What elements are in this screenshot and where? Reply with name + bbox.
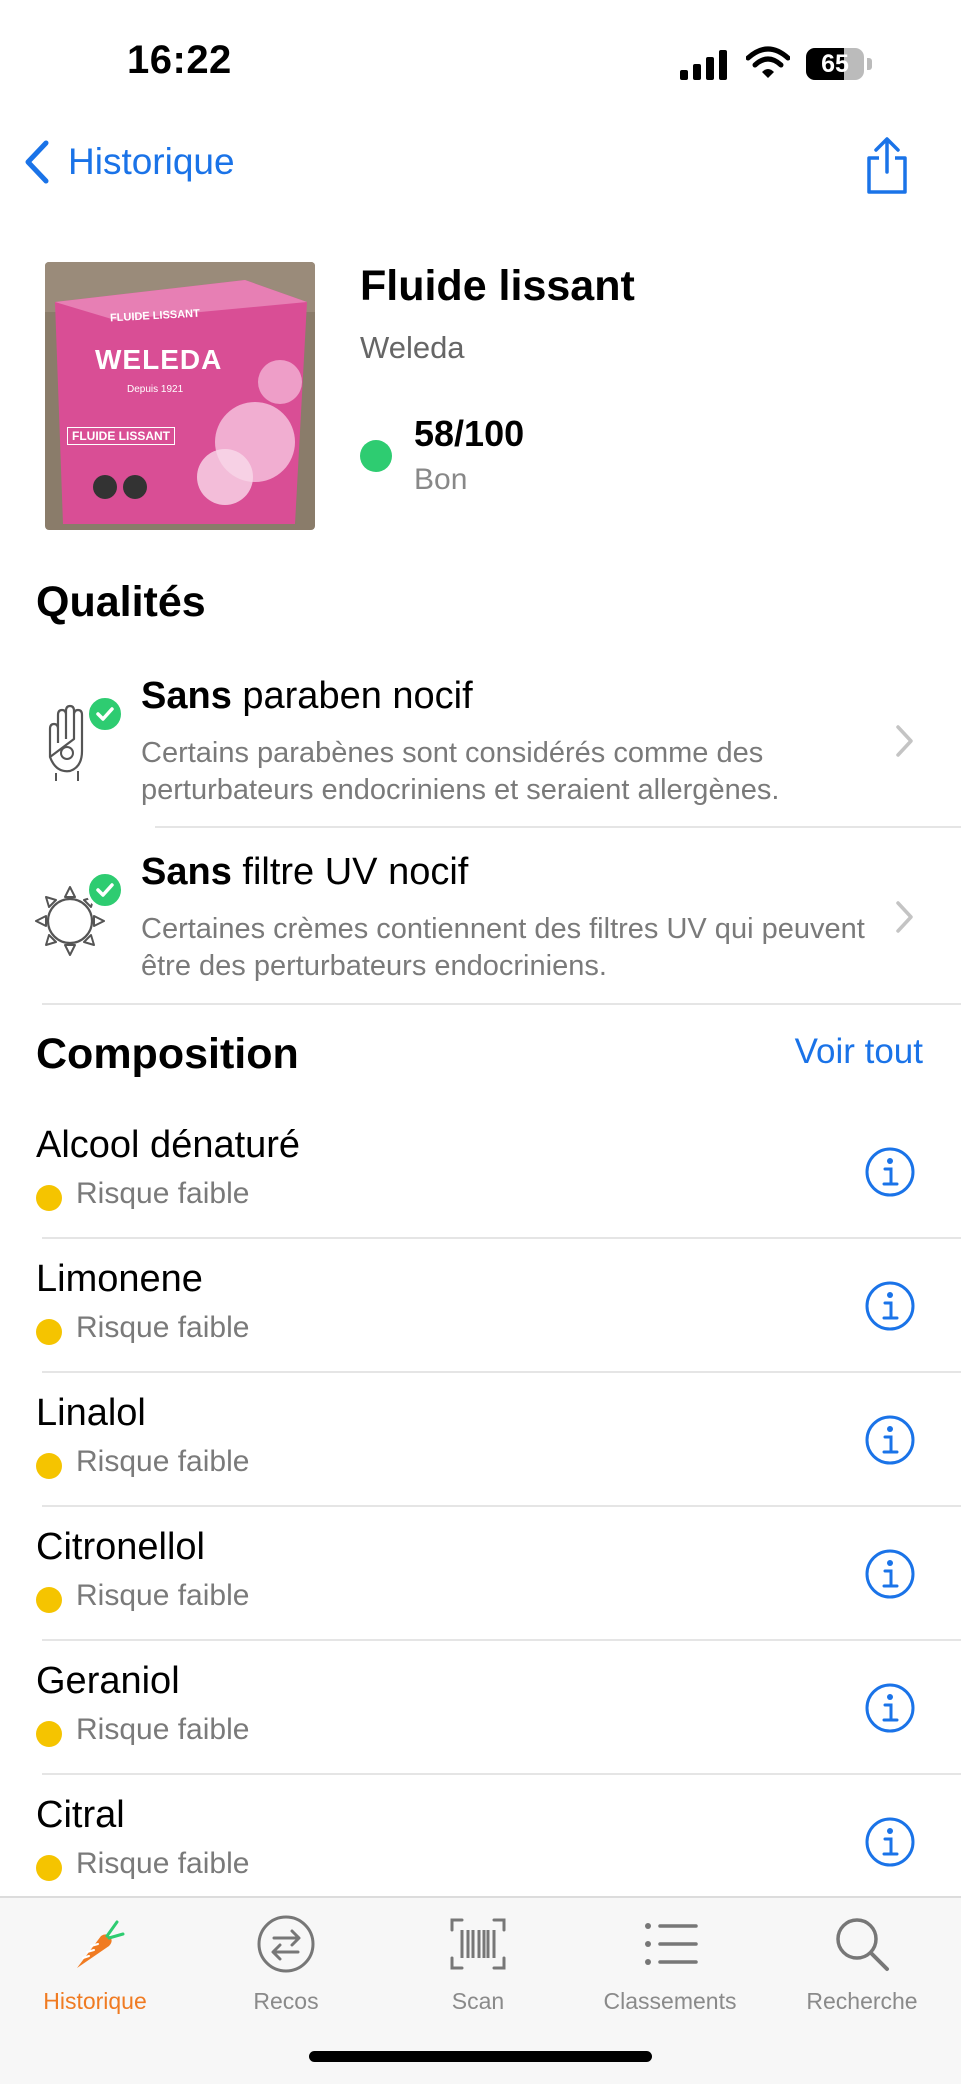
score-rating: Bon	[414, 463, 468, 496]
score-dot	[360, 440, 392, 472]
risk-dot	[36, 1185, 62, 1211]
ingredient-name: Limonene	[36, 1258, 203, 1300]
quality-title: Sans filtre UV nocif	[141, 851, 468, 894]
ingredient-risk: Risque faible	[76, 1445, 250, 1478]
ingredient-name: Citronellol	[36, 1526, 205, 1568]
signal-icon	[680, 50, 730, 80]
quality-description: Certains parabènes sont considérés comme…	[141, 737, 780, 806]
see-all-link[interactable]: Voir tout	[795, 1032, 923, 1072]
risk-dot	[36, 1855, 62, 1881]
ingredient-risk: Risque faible	[76, 1713, 250, 1746]
tab-label: Historique	[43, 1988, 147, 2014]
ingredient-row[interactable]: Alcool dénaturé Risque faible	[0, 1104, 961, 1238]
info-icon[interactable]	[864, 1414, 916, 1466]
share-button[interactable]	[862, 136, 912, 201]
product-image-logo: WELEDA	[95, 344, 223, 375]
quality-title: Sans paraben nocif	[141, 675, 473, 718]
product-image-since: Depuis 1921	[127, 384, 184, 395]
quality-title-rest: filtre UV nocif	[231, 851, 469, 893]
tab-recherche[interactable]: Recherche	[767, 1912, 957, 2015]
ingredient-name: Alcool dénaturé	[36, 1124, 301, 1166]
product-image: FLUIDE LISSANT WELEDA Depuis 1921 FLUIDE…	[45, 262, 315, 530]
ingredient-row[interactable]: Limonene Risque faible	[0, 1238, 961, 1372]
ingredient-risk: Risque faible	[76, 1311, 250, 1344]
ingredient-risk: Risque faible	[76, 1847, 250, 1880]
battery-level: 65	[821, 50, 849, 78]
divider	[155, 826, 961, 828]
info-icon[interactable]	[864, 1146, 916, 1198]
ingredient-name: Geraniol	[36, 1660, 180, 1702]
divider	[42, 1003, 961, 1005]
tab-label: Scan	[451, 1988, 505, 2014]
back-button[interactable]: Historique	[24, 140, 235, 184]
risk-dot	[36, 1319, 62, 1345]
tab-historique[interactable]: Historique	[0, 1912, 190, 2015]
ingredient-row[interactable]: Geraniol Risque faible	[0, 1640, 961, 1774]
battery-icon: 65	[806, 48, 872, 80]
sun-icon	[30, 871, 124, 961]
composition-title: Composition	[36, 1030, 299, 1078]
ingredient-name: Linalol	[36, 1392, 146, 1434]
info-icon[interactable]	[864, 1682, 916, 1734]
tab-label: Classements	[603, 1988, 737, 2014]
quality-description: Certaines crèmes contiennent des filtres…	[141, 913, 865, 982]
quality-title-bold: Sans	[141, 851, 232, 893]
chevron-left-icon	[25, 140, 49, 184]
share-icon	[867, 137, 907, 194]
tab-scan[interactable]: Scan	[383, 1912, 573, 2015]
home-indicator	[309, 2051, 652, 2062]
info-icon[interactable]	[864, 1280, 916, 1332]
ingredient-row[interactable]: Citral Risque faible	[0, 1774, 961, 1908]
ingredient-row[interactable]: Linalol Risque faible	[0, 1372, 961, 1506]
back-label: Historique	[68, 141, 235, 182]
qualities-title: Qualités	[36, 578, 206, 626]
carrot-icon	[77, 1920, 125, 1968]
ingredient-name: Citral	[36, 1794, 125, 1836]
search-icon	[836, 1918, 889, 1971]
chevron-right-icon	[896, 725, 913, 757]
ingredient-risk: Risque faible	[76, 1177, 250, 1210]
chevron-right-icon	[896, 901, 913, 933]
product-brand: Weleda	[360, 330, 465, 365]
hand-icon	[30, 695, 124, 785]
check-badge-icon	[86, 871, 124, 909]
barcode-icon	[450, 1918, 506, 1970]
swap-icon	[257, 1915, 315, 1973]
risk-dot	[36, 1721, 62, 1747]
list-icon	[645, 1923, 698, 1965]
tab-label: Recherche	[806, 1988, 918, 2014]
product-name: Fluide lissant	[360, 262, 635, 310]
quality-item-paraben[interactable]: Sans paraben nocif Certains parabènes so…	[0, 655, 961, 831]
tab-label: Recos	[253, 1988, 319, 2014]
wifi-icon	[745, 46, 791, 85]
risk-dot	[36, 1453, 62, 1479]
status-time: 16:22	[127, 38, 232, 82]
ingredient-risk: Risque faible	[76, 1579, 250, 1612]
product-image-label: FLUIDE LISSANT	[67, 427, 175, 445]
info-icon[interactable]	[864, 1548, 916, 1600]
info-icon[interactable]	[864, 1816, 916, 1868]
tab-classements[interactable]: Classements	[575, 1912, 765, 2015]
tab-recos[interactable]: Recos	[191, 1912, 381, 2015]
ingredient-row[interactable]: Citronellol Risque faible	[0, 1506, 961, 1640]
score-value: 58/100	[414, 413, 525, 454]
quality-title-rest: paraben nocif	[231, 675, 473, 717]
quality-title-bold: Sans	[141, 675, 232, 717]
check-badge-icon	[86, 695, 124, 733]
quality-item-uv[interactable]: Sans filtre UV nocif Certaines crèmes co…	[0, 831, 961, 1007]
risk-dot	[36, 1587, 62, 1613]
